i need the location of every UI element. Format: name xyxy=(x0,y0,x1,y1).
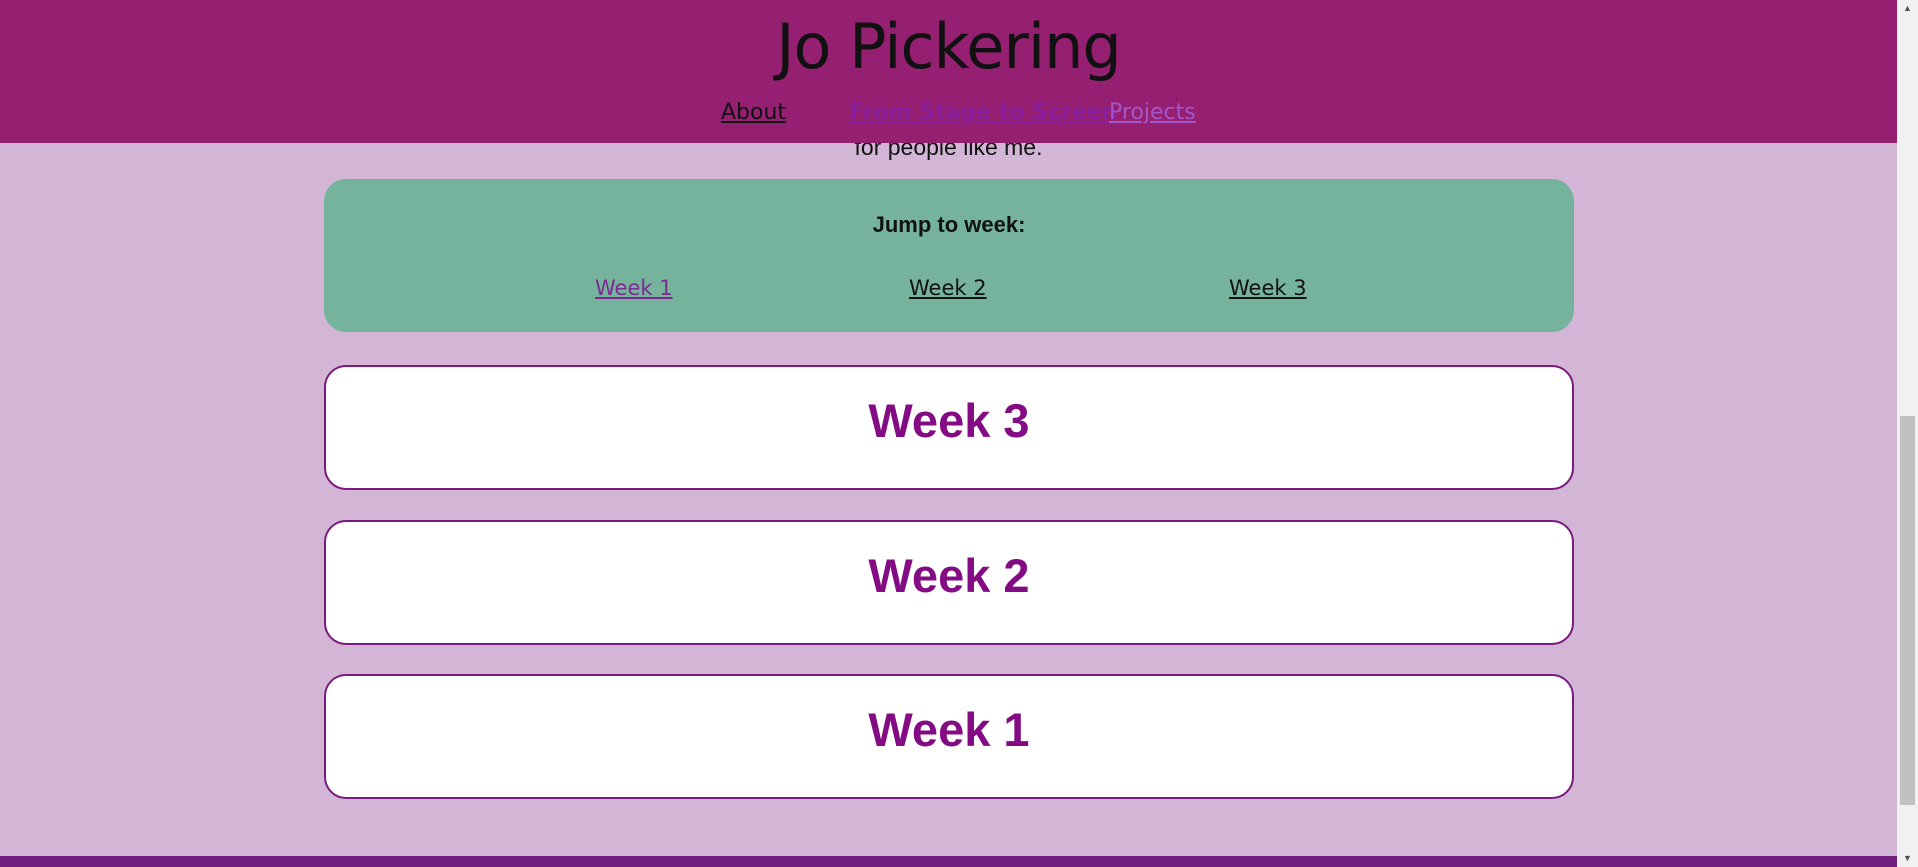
scroll-up-arrow-icon[interactable]: ▲ xyxy=(1897,0,1918,17)
week-card-3: Week 3 xyxy=(324,365,1574,490)
week-card-2: Week 2 xyxy=(324,520,1574,645)
site-footer xyxy=(0,856,1897,867)
week-card-1: Week 1 xyxy=(324,674,1574,799)
site-header: Jo Pickering About From Stage to Screen … xyxy=(0,0,1897,143)
jump-link-week-1[interactable]: Week 1 xyxy=(595,276,673,300)
nav-link-from-stage-to-screen[interactable]: From Stage to Screen xyxy=(849,100,1117,125)
week-title: Week 3 xyxy=(868,394,1030,447)
nav-link-projects[interactable]: Projects xyxy=(1109,100,1196,125)
site-title: Jo Pickering xyxy=(776,10,1121,83)
scrollbar-thumb[interactable] xyxy=(1900,416,1915,805)
week-title: Week 2 xyxy=(868,549,1030,602)
scroll-down-arrow-icon[interactable]: ▼ xyxy=(1897,850,1918,867)
jump-link-week-2[interactable]: Week 2 xyxy=(909,276,987,300)
jump-link-week-3[interactable]: Week 3 xyxy=(1229,276,1307,300)
nav-link-about[interactable]: About xyxy=(721,100,786,125)
week-title: Week 1 xyxy=(868,703,1030,756)
vertical-scrollbar[interactable]: ▲ ▼ xyxy=(1897,0,1918,867)
jump-to-week-panel: Jump to week: Week 1 Week 2 Week 3 xyxy=(324,179,1574,332)
jump-to-week-heading: Jump to week: xyxy=(872,212,1026,237)
